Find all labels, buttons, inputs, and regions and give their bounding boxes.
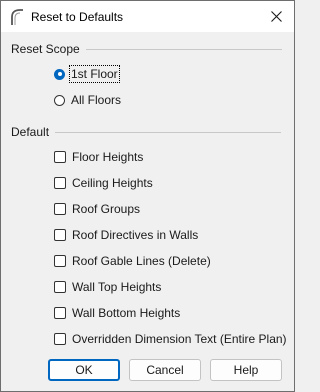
ok-button[interactable]: OK [48,359,120,381]
group-divider [55,131,282,133]
checkbox-label: Floor Heights [72,150,144,164]
checkbox-floor-heights[interactable]: Floor Heights [54,149,143,165]
help-button[interactable]: Help [210,359,282,381]
close-icon [270,10,282,22]
checkbox-wall-top-heights[interactable]: Wall Top Heights [54,279,161,295]
checkbox-label: Overridden Dimension Text (Entire Plan) [72,332,287,346]
radio-button[interactable] [54,68,65,80]
default-label: Default [11,125,50,139]
checkbox-roof-groups[interactable]: Roof Groups [54,201,140,217]
default-group: Default [11,125,282,139]
radio-all-floors[interactable]: All Floors [54,92,121,108]
checkbox-wall-bottom-heights[interactable]: Wall Bottom Heights [54,305,180,321]
checkbox-label: Roof Groups [72,202,141,216]
checkbox[interactable] [54,281,66,293]
title-bar: Reset to Defaults [1,1,294,32]
checkbox-roof-directives[interactable]: Roof Directives in Walls [54,227,198,243]
group-divider [85,48,282,50]
checkbox[interactable] [54,203,66,215]
checkbox-label: Ceiling Heights [72,176,153,190]
checkbox-label: Roof Directives in Walls [72,228,199,242]
checkbox-label: Wall Bottom Heights [72,306,181,320]
radio-1st-floor[interactable]: 1st Floor [54,65,120,83]
checkbox[interactable] [54,151,66,163]
arch-app-icon [11,9,23,25]
checkbox-label: Roof Gable Lines (Delete) [72,254,211,268]
checkbox[interactable] [54,255,66,267]
radio-label: All Floors [71,93,122,107]
checkbox[interactable] [54,229,66,241]
checkbox-roof-gable-lines[interactable]: Roof Gable Lines (Delete) [54,253,211,269]
checkbox-overridden-dimension-text[interactable]: Overridden Dimension Text (Entire Plan) [54,331,287,347]
radio-button[interactable] [54,94,65,106]
radio-label: 1st Floor [69,65,120,83]
reset-scope-label: Reset Scope [11,42,80,56]
reset-scope-group: Reset Scope [11,42,282,56]
reset-to-defaults-dialog: Reset to Defaults Reset Scope 1st Floor … [0,0,295,392]
window-title: Reset to Defaults [31,10,124,24]
checkbox[interactable] [54,307,66,319]
checkbox[interactable] [54,177,66,189]
cancel-button[interactable]: Cancel [129,359,201,381]
checkbox-ceiling-heights[interactable]: Ceiling Heights [54,175,153,191]
close-button[interactable] [262,3,290,29]
checkbox[interactable] [54,333,66,345]
checkbox-label: Wall Top Heights [72,280,162,294]
